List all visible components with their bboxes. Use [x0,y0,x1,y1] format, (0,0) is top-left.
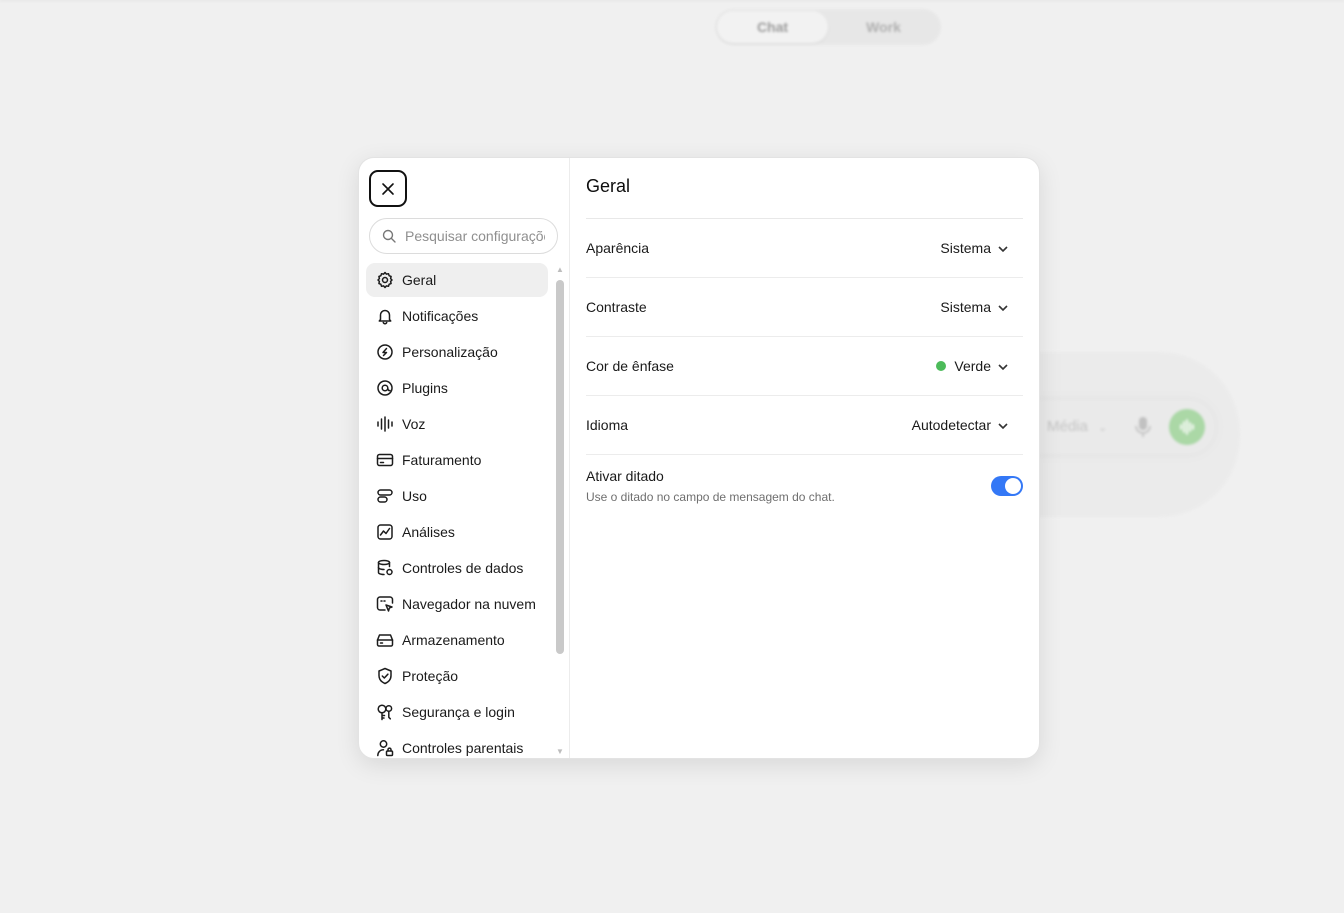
search-box[interactable] [369,218,558,254]
sidebar-item-controles-de-dados[interactable]: Controles de dados [366,551,548,585]
sidebar-item-armazenamento[interactable]: Armazenamento [366,623,548,657]
tab-work: Work [866,19,901,35]
analytics-chart-icon [376,523,394,541]
sidebar-item-navegador-na-nuvem[interactable]: Navegador na nuvem [366,587,548,621]
tab-chat: Chat [717,11,828,43]
voice-mode-button [1169,409,1205,445]
sidebar-item-controles-parentais[interactable]: Controles parentais [366,731,548,758]
chevron-down-icon [997,242,1009,254]
storage-drive-icon [376,631,394,649]
setting-row-cor-de-enfase: Cor de ênfase Verde [586,337,1023,396]
scroll-up-arrow-icon[interactable]: ▲ [556,266,564,274]
scrollbar-thumb[interactable] [556,280,564,654]
search-input[interactable] [405,228,545,244]
sidebar-item-label: Análises [402,524,455,540]
top-border [0,0,1344,1]
sidebar-item-personalizacao[interactable]: Personalização [366,335,548,369]
chevron-down-icon [997,419,1009,431]
model-selector-label: Média [1047,418,1088,435]
bell-icon [376,307,394,325]
sidebar-item-voz[interactable]: Voz [366,407,548,441]
sidebar-item-label: Armazenamento [402,632,505,648]
sidebar-item-geral[interactable]: Geral [366,263,548,297]
accent-color-dot [936,361,947,371]
chevron-down-icon [997,360,1009,372]
database-gear-icon [376,559,394,577]
setting-label: Aparência [586,240,650,256]
cloud-browser-icon [376,595,394,613]
toggle-knob [1005,478,1021,494]
sidebar-item-label: Personalização [402,344,498,360]
sidebar-item-seguranca-e-login[interactable]: Segurança e login [366,695,548,729]
sidebar-item-notificacoes[interactable]: Notificações [366,299,548,333]
setting-label: Idioma [586,417,629,433]
plugins-icon [376,379,394,397]
dictation-description: Use o ditado no campo de mensagem do cha… [586,490,835,504]
gear-icon [376,271,394,289]
settings-modal: Geral Notificações Personalização Plugin… [358,157,1040,759]
sidebar-item-label: Navegador na nuvem [402,596,536,612]
settings-nav: Geral Notificações Personalização Plugin… [366,263,548,758]
dictation-text: Ativar ditado Use o ditado no campo de m… [586,468,835,504]
sidebar-item-protecao[interactable]: Proteção [366,659,548,693]
sidebar-item-label: Proteção [402,668,459,684]
chevron-down-icon [997,301,1009,313]
dictation-label: Ativar ditado [586,468,664,484]
setting-row-idioma: Idioma Autodetectar [586,396,1023,455]
appearance-dropdown[interactable]: Sistema [940,240,1023,256]
settings-content: Geral Aparência Sistema Contraste Sistem… [570,158,1039,758]
sidebar-item-uso[interactable]: Uso [366,479,548,513]
setting-label: Contraste [586,299,647,315]
sidebar-item-label: Controles de dados [402,560,524,576]
dropdown-value: Sistema [940,240,991,256]
dropdown-value: Autodetectar [911,417,991,433]
usage-icon [376,487,394,505]
credit-card-icon [376,451,394,469]
sidebar-item-label: Controles parentais [402,740,524,756]
chevron-down-icon: ⌄ [1098,422,1108,434]
personalization-icon [376,343,394,361]
search-icon [382,229,396,243]
setting-row-ditado: Ativar ditado Use o ditado no campo de m… [586,455,1023,517]
dictation-toggle[interactable] [991,476,1023,496]
accent-color-dropdown[interactable]: Verde [936,358,1023,374]
setting-label: Cor de ênfase [586,358,674,374]
sidebar-scrollbar[interactable]: ▲ ▼ [556,266,564,756]
mode-switch: Chat Work [715,9,941,45]
security-key-icon [376,703,394,721]
sidebar-item-faturamento[interactable]: Faturamento [366,443,548,477]
sidebar-item-label: Geral [402,272,437,288]
settings-sidebar: Geral Notificações Personalização Plugin… [359,158,570,758]
setting-row-aparencia: Aparência Sistema [586,219,1023,278]
sidebar-item-label: Segurança e login [402,704,515,720]
dropdown-value: Verde [954,358,991,374]
parental-controls-icon [376,739,394,757]
page-title: Geral [586,176,631,196]
sidebar-item-plugins[interactable]: Plugins [366,371,548,405]
sidebar-item-label: Plugins [402,380,448,396]
microphone-icon [1133,416,1153,438]
sidebar-item-label: Faturamento [402,452,482,468]
sidebar-item-label: Notificações [402,308,479,324]
language-dropdown[interactable]: Autodetectar [912,417,1023,433]
setting-row-contraste: Contraste Sistema [586,278,1023,337]
scroll-down-arrow-icon[interactable]: ▼ [556,748,564,756]
voice-waveform-icon [1180,419,1194,435]
sidebar-item-label: Voz [402,416,426,432]
voice-waveform-icon [376,415,394,433]
shield-check-icon [376,667,394,685]
close-icon [382,182,394,195]
sidebar-item-label: Uso [402,488,427,504]
sidebar-item-analises[interactable]: Análises [366,515,548,549]
contrast-dropdown[interactable]: Sistema [940,299,1023,315]
dropdown-value: Sistema [940,299,991,315]
close-button[interactable] [369,170,407,207]
